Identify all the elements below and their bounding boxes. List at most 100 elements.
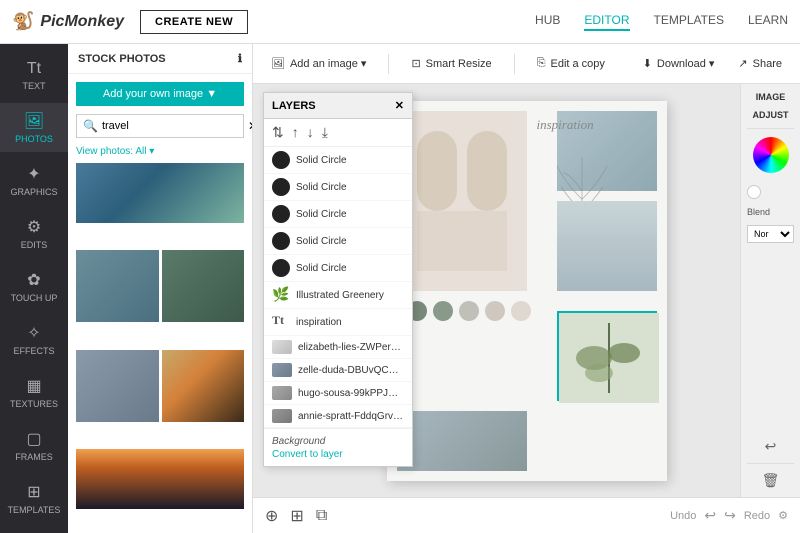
layer-bottom-icon[interactable]: ⤓ [322,124,328,141]
undo-label: Undo [670,510,696,522]
sidebar-item-effects[interactable]: ✧ EFFECTS [0,315,68,364]
convert-to-layer-link[interactable]: Convert to layer [272,449,404,460]
layer-dot-img4 [272,409,292,423]
text-icon: Tt [27,60,41,78]
nav-learn[interactable]: LEARN [748,13,788,31]
sidebar-item-frames[interactable]: ▢ FRAMES [0,421,68,470]
color-wheel[interactable] [753,137,789,173]
layer-name: zelle-duda-DBUvQCYN... [298,365,404,376]
image-label: IMAGE [747,92,794,102]
layer-item[interactable]: Solid Circle [264,147,412,174]
background-label: Background [272,436,325,447]
sidebar-item-touch-up[interactable]: ✿ TOUCH UP [0,262,68,311]
photo-thumb-5[interactable] [162,350,245,422]
layer-name: Illustrated Greenery [296,290,384,301]
sidebar-item-templates[interactable]: ⊞ TEMPLATES [0,474,68,523]
blend-select[interactable]: Nor [747,225,794,243]
layer-item-img3[interactable]: hugo-sousa-99kPPJPed... [264,382,412,405]
settings-icon[interactable]: ⚙ [778,509,788,522]
layer-item-img1[interactable]: elizabeth-lies-ZWPerNl... [264,336,412,359]
layer-dot-circle4 [272,232,290,250]
undo-icon[interactable]: ↩ [704,507,716,524]
sidebar-item-edits[interactable]: ⚙ EDITS [0,209,68,258]
view-photos-all[interactable]: All ▾ [135,146,154,157]
smart-resize-button[interactable]: ⊡ Smart Resize [405,54,497,73]
edit-copy-icon: ⎘ [537,57,546,70]
nav-hub[interactable]: HUB [535,13,560,31]
canvas-inspiration-text: inspiration [537,117,594,133]
layer-dot-text: Tt [272,313,290,331]
photo-thumb-6[interactable] [76,449,244,509]
layer-up-icon[interactable]: ↑ [292,124,299,141]
canvas-plant-image-selected[interactable] [557,311,657,401]
nav-templates[interactable]: TEMPLATES [654,13,724,31]
nav-editor[interactable]: EDITOR [584,13,629,31]
search-input[interactable] [102,120,244,132]
photo-thumb-2[interactable] [76,250,159,322]
redo-icon[interactable]: ↪ [724,507,736,524]
grid-icon[interactable]: ⊞ [290,506,303,526]
sidebar-item-text[interactable]: Tt TEXT [0,52,68,99]
layer-dot-circle3 [272,205,290,223]
sidebar-item-themes[interactable]: ◈ THEMES [0,527,68,533]
nav-links: HUB EDITOR TEMPLATES LEARN [535,13,788,31]
layers-icon[interactable]: ⊕ [265,506,278,526]
left-sidebar: Tt TEXT 🖼 PHOTOS ✦ GRAPHICS ⚙ EDITS ✿ TO… [0,44,68,533]
layer-item[interactable]: Solid Circle [264,174,412,201]
sidebar-label-textures: TEXTURES [10,399,58,409]
layer-name: Solid Circle [296,263,347,274]
templates-icon: ⊞ [27,482,40,502]
info-icon[interactable]: ℹ [238,52,242,65]
photo-thumb-4[interactable] [76,350,159,422]
photo-thumb-3[interactable] [162,250,245,322]
toolbar-right: ⬇ Download ▾ ↗ Share [637,54,788,73]
layers-close-icon[interactable]: ✕ [395,99,404,112]
layer-name: Solid Circle [296,155,347,166]
layers-title: LAYERS [272,100,316,112]
layer-item[interactable]: Solid Circle [264,255,412,282]
share-button[interactable]: ↗ Share [732,54,788,73]
layer-name: Solid Circle [296,209,347,220]
layers-controls: ⇅ ↑ ↓ ⤓ [264,119,412,147]
logo: 🐒 PicMonkey [12,11,124,32]
copy-icon[interactable]: ⧉ [316,507,327,525]
layer-item-text[interactable]: Tt inspiration [264,309,412,336]
main-area: Tt TEXT 🖼 PHOTOS ✦ GRAPHICS ⚙ EDITS ✿ TO… [0,44,800,533]
add-image-button[interactable]: Add your own image ▼ [76,82,244,106]
layer-item-img2[interactable]: zelle-duda-DBUvQCYN... [264,359,412,382]
layer-down-icon[interactable]: ↓ [307,124,314,141]
undo-right-button[interactable]: ↩ [747,438,794,455]
canvas[interactable]: inspiration [387,101,667,481]
create-new-button[interactable]: CREATE NEW [140,10,248,34]
layer-item-greenery[interactable]: 🌿 Illustrated Greenery [264,282,412,309]
layers-panel: LAYERS ✕ ⇅ ↑ ↓ ⤓ Solid Circle S [263,92,413,467]
editor-canvas-area[interactable]: LAYERS ✕ ⇅ ↑ ↓ ⤓ Solid Circle S [253,84,800,497]
layer-item[interactable]: Solid Circle [264,201,412,228]
layer-dot-img1 [272,340,292,354]
layer-name: elizabeth-lies-ZWPerNl... [298,342,404,353]
edits-icon: ⚙ [27,217,41,237]
sidebar-label-templates: TEMPLATES [8,505,61,515]
add-image-toolbar-icon: 🖼 [271,57,285,70]
layer-item-img4[interactable]: annie-spratt-FddqGrvw... [264,405,412,428]
sidebar-item-textures[interactable]: ▦ TEXTURES [0,368,68,417]
graphics-icon: ✦ [27,164,40,184]
photo-thumb-1[interactable] [76,163,244,223]
sidebar-item-photos[interactable]: 🖼 PHOTOS [0,103,68,152]
logo-icon: 🐒 [12,11,34,32]
layer-item[interactable]: Solid Circle [264,228,412,255]
fade-circle[interactable] [747,185,761,199]
sidebar-item-graphics[interactable]: ✦ GRAPHICS [0,156,68,205]
panel-header: STOCK PHOTOS ℹ [68,44,252,74]
panel-divider-2 [747,463,794,464]
canvas-circle-2 [433,301,453,321]
layer-dot-circle2 [272,178,290,196]
layer-dot-img2 [272,363,292,377]
canvas-circle-3 [459,301,479,321]
add-image-toolbar-button[interactable]: 🖼 Add an image ▾ [265,54,372,73]
download-button[interactable]: ⬇ Download ▾ [637,54,721,73]
delete-button[interactable]: 🗑 [747,472,794,489]
layer-name: annie-spratt-FddqGrvw... [298,411,404,422]
edit-copy-button[interactable]: ⎘ Edit a copy [531,54,611,73]
layer-sort-icon[interactable]: ⇅ [272,124,284,141]
